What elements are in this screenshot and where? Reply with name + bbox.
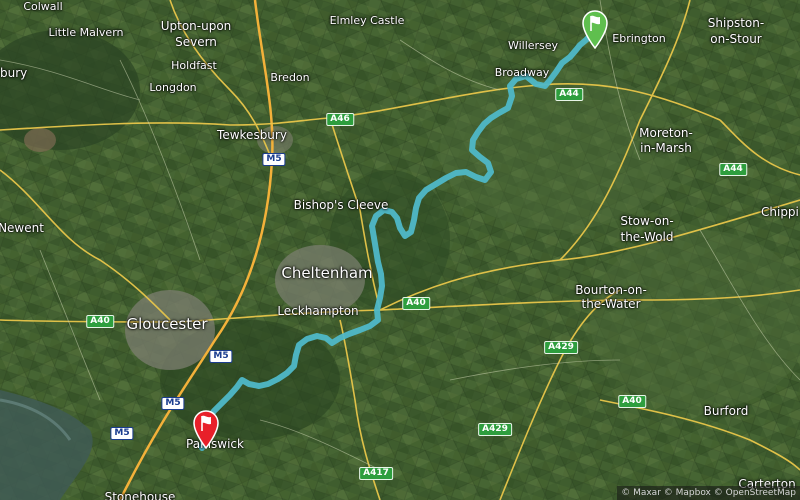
place-label: Bredon [270,71,310,84]
place-label: Newent [0,221,44,235]
place-label: Leckhampton [277,304,359,318]
place-label: Shipston- [707,16,765,30]
road-shield: A417 [359,467,393,480]
flag-icon [582,10,608,50]
road-shield: A44 [719,163,747,176]
place-label: Chippi [761,205,799,219]
place-label: Broadway [494,66,550,79]
place-label: Willersey [507,39,559,52]
place-label: Bishop's Cleeve [293,198,389,212]
satellite-basemap [0,0,800,500]
place-label: Gloucester [126,315,208,333]
road-shield: A40 [86,315,114,328]
road-shield: A429 [478,423,512,436]
place-label: Burford [703,404,749,418]
place-label: Ebrington [612,32,666,45]
place-label: Severn [175,35,217,49]
place-label: the-Wold [620,230,674,244]
place-label: Stonehouse [104,490,176,500]
road-shield: A46 [326,113,354,126]
place-label: Cheltenham [281,264,373,282]
place-label: Stow-on- [620,214,674,228]
end-marker[interactable] [192,409,220,453]
place-label: Elmley Castle [329,14,405,27]
road-shield: M5 [262,153,286,166]
place-label: the-Water [581,297,641,311]
flag-icon [193,410,219,450]
road-shield: M5 [161,397,185,410]
road-shield: A44 [555,88,583,101]
place-label: Longdon [149,81,197,94]
road-shield: M5 [110,427,134,440]
road-shield: A429 [544,341,578,354]
map-view[interactable]: Colwall Little Malvern Upton-upon Severn… [0,0,800,500]
place-label: Moreton- [639,126,693,140]
start-marker[interactable] [581,9,609,53]
place-label: Colwall [23,0,63,13]
place-label: Upton-upon [160,19,232,33]
road-shield: A40 [402,297,430,310]
road-shield: M5 [209,350,233,363]
place-label: Holdfast [171,59,217,72]
place-label: Bourton-on- [575,283,647,297]
map-attribution[interactable]: © Maxar © Mapbox © OpenStreetMap [617,486,800,500]
road-shield: A40 [618,395,646,408]
place-label: Tewkesbury [217,128,287,142]
place-label: Little Malvern [48,26,124,39]
place-label: bury [0,66,28,80]
place-label: on-Stour [710,32,762,46]
place-label: in-Marsh [640,141,692,155]
